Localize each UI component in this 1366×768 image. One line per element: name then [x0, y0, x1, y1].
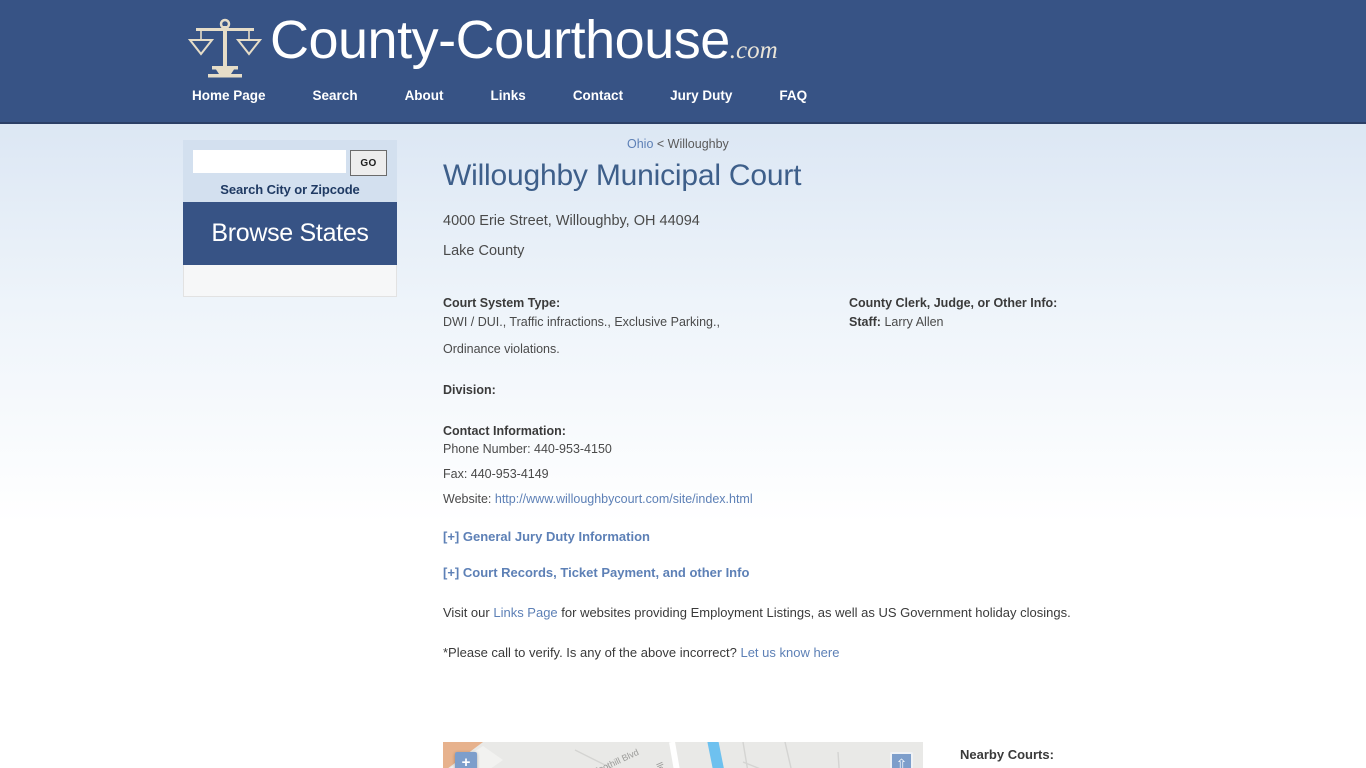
phone-number: Phone Number: 440-953-4150 [443, 442, 612, 456]
links-note-suffix: for websites providing Employment Listin… [557, 605, 1071, 620]
verify-note-prefix: *Please call to verify. Is any of the ab… [443, 645, 741, 660]
scales-of-justice-icon [188, 18, 262, 78]
nearby-courts-title: Nearby Courts: [960, 747, 1054, 762]
website-line: Website: http://www.willoughbycourt.com/… [443, 491, 843, 508]
court-info-grid: Court System Type: DWI / DUI., Traffic i… [443, 294, 1203, 508]
staff-line: Staff: Larry Allen [849, 313, 1189, 332]
map-widget[interactable]: Foothill Blvd lle Rd Chagrin River Pelto… [443, 742, 923, 768]
up-arrow-icon[interactable]: ⇧ [890, 752, 913, 768]
court-address: 4000 Erie Street, Willoughby, OH 44094 [443, 213, 700, 229]
nav-item-search[interactable]: Search [313, 88, 358, 103]
court-county: Lake County [443, 243, 525, 259]
links-note-prefix: Visit our [443, 605, 494, 620]
site-header: County-Courthouse.com Home Page Search A… [0, 0, 1366, 124]
nav-item-home-page[interactable]: Home Page [192, 88, 266, 103]
court-system-type-label: Court System Type: [443, 296, 561, 310]
go-button[interactable]: GO [350, 150, 387, 176]
county-clerk-label: County Clerk, Judge, or Other Info: [849, 296, 1058, 310]
browse-states-button[interactable]: Browse States [183, 202, 397, 265]
court-system-type-line-2: Ordinance violations. [443, 342, 560, 356]
nav-item-links[interactable]: Links [491, 88, 526, 103]
brand-name: County-Courthouse.com [270, 11, 778, 80]
links-page-note: Visit our Links Page for websites provid… [443, 604, 1203, 622]
search-row: GO [193, 150, 387, 176]
nav-item-jury-duty[interactable]: Jury Duty [670, 88, 732, 103]
expander-general-jury-duty-information[interactable]: [+] General Jury Duty Information [443, 529, 1203, 544]
main-content: Willoughby Municipal Court 4000 Erie Str… [443, 124, 1203, 662]
nav-item-contact[interactable]: Contact [573, 88, 623, 103]
page-title: Willoughby Municipal Court [443, 159, 802, 192]
verify-note: *Please call to verify. Is any of the ab… [443, 644, 1203, 662]
staff-value: Larry Allen [884, 315, 944, 329]
search-input[interactable] [193, 150, 346, 173]
court-info-right-column: County Clerk, Judge, or Other Info: Staf… [849, 294, 1189, 332]
fax-number: Fax: 440-953-4149 [443, 467, 549, 481]
section-spacer-2 [443, 400, 843, 422]
expander-court-records-ticket-payment[interactable]: [+] Court Records, Ticket Payment, and o… [443, 565, 1203, 580]
nav-item-about[interactable]: About [405, 88, 444, 103]
staff-label: Staff: [849, 315, 881, 329]
court-system-type-line-1: DWI / DUI., Traffic infractions., Exclus… [443, 315, 720, 329]
search-caption: Search City or Zipcode [220, 182, 360, 197]
map-zoom-in-button[interactable]: + [455, 752, 477, 768]
links-page-link[interactable]: Links Page [493, 605, 557, 620]
brand-name-text: County-Courthouse [270, 10, 730, 70]
sidebar: GO Search City or Zipcode Browse States [183, 140, 397, 297]
let-us-know-here-link[interactable]: Let us know here [740, 645, 839, 660]
nav-item-faq[interactable]: FAQ [779, 88, 807, 103]
website-prefix: Website: [443, 492, 495, 506]
sidebar-search-panel: GO Search City or Zipcode [183, 140, 397, 202]
main-navigation: Home Page Search About Links Contact Jur… [192, 88, 807, 103]
contact-information-label: Contact Information: [443, 424, 566, 438]
site-logo[interactable]: County-Courthouse.com [188, 6, 778, 80]
brand-tld-text: .com [729, 37, 778, 64]
court-info-left-column: Court System Type: DWI / DUI., Traffic i… [443, 294, 843, 508]
division-label: Division: [443, 383, 496, 397]
sidebar-filler-panel [183, 265, 397, 297]
page-body: GO Search City or Zipcode Browse States … [0, 124, 1366, 768]
nearby-courts-panel: Nearby Courts: Willoughby Hills Mayors C… [960, 742, 1290, 768]
map-zoom-controls: + − [455, 752, 477, 768]
map-canvas: Foothill Blvd lle Rd Chagrin River Pelto… [443, 742, 923, 768]
website-link[interactable]: http://www.willoughbycourt.com/site/inde… [495, 492, 753, 506]
